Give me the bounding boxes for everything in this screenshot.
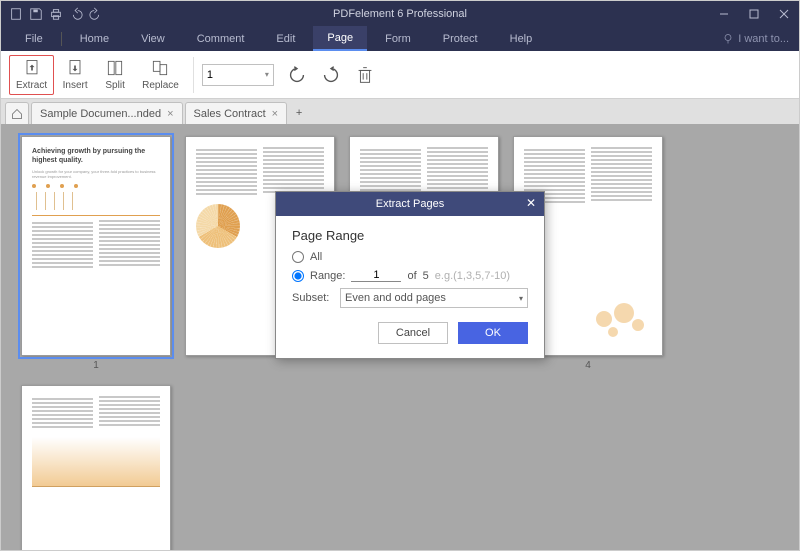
menu-edit[interactable]: Edit bbox=[262, 26, 309, 51]
insert-icon bbox=[65, 58, 85, 78]
app-title: PDFelement 6 Professional bbox=[333, 8, 467, 20]
cancel-button[interactable]: Cancel bbox=[378, 322, 448, 344]
close-button[interactable] bbox=[769, 1, 799, 26]
replace-button[interactable]: Replace bbox=[136, 55, 185, 95]
tell-me-search[interactable]: I want to... bbox=[722, 33, 789, 45]
thumb-page-number: 4 bbox=[585, 360, 591, 371]
thumb-preview bbox=[21, 385, 171, 550]
extract-pages-dialog: Extract Pages ✕ Page Range All Range: of… bbox=[275, 191, 545, 359]
menu-view[interactable]: View bbox=[127, 26, 179, 51]
minimize-button[interactable] bbox=[709, 1, 739, 26]
window-controls bbox=[709, 1, 799, 26]
save-icon[interactable] bbox=[29, 7, 43, 21]
rotate-right-button[interactable] bbox=[320, 64, 342, 86]
thumb-preview: Achieving growth by pursuing the highest… bbox=[21, 136, 171, 356]
total-pages: 5 bbox=[423, 270, 429, 282]
menu-home[interactable]: Home bbox=[66, 26, 123, 51]
radio-all[interactable] bbox=[292, 251, 304, 263]
radio-all-label: All bbox=[310, 251, 322, 263]
dialog-title-bar[interactable]: Extract Pages ✕ bbox=[276, 192, 544, 216]
menu-page[interactable]: Page bbox=[313, 26, 367, 51]
home-tab[interactable] bbox=[5, 102, 29, 124]
rotate-left-icon bbox=[286, 64, 308, 86]
close-tab-icon[interactable]: × bbox=[272, 108, 278, 120]
subset-label: Subset: bbox=[292, 292, 334, 304]
of-label: of bbox=[407, 270, 416, 282]
menu-protect[interactable]: Protect bbox=[429, 26, 492, 51]
close-tab-icon[interactable]: × bbox=[167, 108, 173, 120]
document-tab-2[interactable]: Sales Contract × bbox=[185, 102, 288, 124]
page-number-selector[interactable]: 1 bbox=[202, 64, 274, 86]
menu-file[interactable]: File bbox=[11, 26, 57, 51]
page-thumb-1[interactable]: Achieving growth by pursuing the highest… bbox=[21, 136, 171, 371]
ribbon: Extract Insert Split Replace 1 bbox=[1, 51, 799, 99]
dialog-body: Page Range All Range: of 5 e.g.(1,3,5,7-… bbox=[276, 216, 544, 358]
insert-button[interactable]: Insert bbox=[56, 55, 94, 95]
menu-form[interactable]: Form bbox=[371, 26, 425, 51]
tab-label: Sample Documen...nded bbox=[40, 108, 161, 120]
extract-button[interactable]: Extract bbox=[9, 55, 54, 95]
subset-select[interactable]: Even and odd pages bbox=[340, 288, 528, 308]
replace-icon bbox=[150, 58, 170, 78]
quick-access-toolbar bbox=[1, 7, 103, 21]
rotate-right-icon bbox=[320, 64, 342, 86]
menu-help[interactable]: Help bbox=[496, 26, 547, 51]
menu-bar: File Home View Comment Edit Page Form Pr… bbox=[1, 26, 799, 51]
maximize-button[interactable] bbox=[739, 1, 769, 26]
undo-icon[interactable] bbox=[69, 7, 83, 21]
delete-page-button[interactable] bbox=[354, 64, 376, 86]
document-tab-1[interactable]: Sample Documen...nded × bbox=[31, 102, 183, 124]
radio-range-label: Range: bbox=[310, 270, 345, 282]
redo-icon[interactable] bbox=[89, 7, 103, 21]
page-thumb-5[interactable] bbox=[21, 385, 171, 550]
dialog-footer: Cancel OK bbox=[292, 322, 528, 344]
tab-label: Sales Contract bbox=[194, 108, 266, 120]
range-input[interactable] bbox=[351, 269, 401, 282]
split-button[interactable]: Split bbox=[96, 55, 134, 95]
lightbulb-icon bbox=[722, 33, 734, 45]
page-range-heading: Page Range bbox=[292, 228, 528, 243]
tell-me-label: I want to... bbox=[738, 33, 789, 45]
radio-range[interactable] bbox=[292, 270, 304, 282]
home-icon bbox=[11, 108, 23, 120]
ok-button[interactable]: OK bbox=[458, 322, 528, 344]
dialog-close-button[interactable]: ✕ bbox=[522, 194, 540, 212]
add-tab-button[interactable]: + bbox=[289, 102, 309, 124]
thumb-page-number: 1 bbox=[93, 360, 99, 371]
range-hint: e.g.(1,3,5,7-10) bbox=[435, 270, 510, 282]
print-icon[interactable] bbox=[49, 7, 63, 21]
extract-icon bbox=[22, 58, 42, 78]
rotate-left-button[interactable] bbox=[286, 64, 308, 86]
split-icon bbox=[105, 58, 125, 78]
menu-comment[interactable]: Comment bbox=[183, 26, 259, 51]
document-tab-strip: Sample Documen...nded × Sales Contract ×… bbox=[1, 99, 799, 124]
app-logo-icon bbox=[9, 7, 23, 21]
title-bar: PDFelement 6 Professional bbox=[1, 1, 799, 26]
dialog-title: Extract Pages bbox=[376, 198, 444, 210]
trash-icon bbox=[354, 64, 376, 86]
